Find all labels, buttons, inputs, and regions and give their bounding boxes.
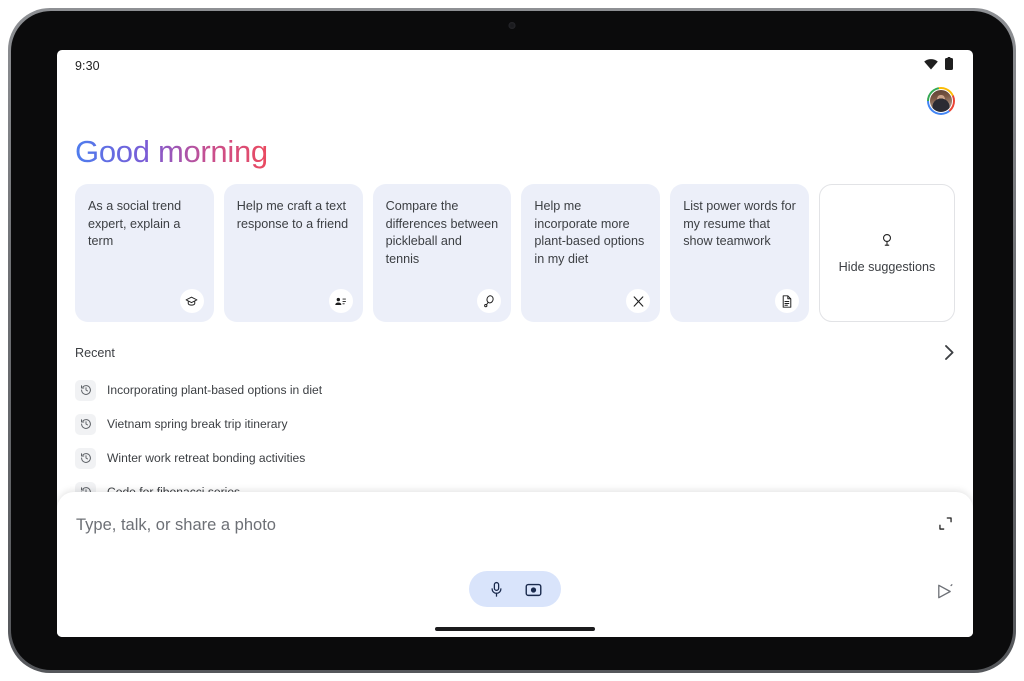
contacts-icon — [328, 289, 353, 313]
recent-item-label: Vietnam spring break trip itinerary — [107, 417, 288, 431]
recent-title: Recent — [75, 345, 115, 360]
restaurant-icon — [626, 289, 651, 313]
account-row — [57, 82, 973, 120]
recent-section: Recent Incorporating plant-based options… — [57, 322, 973, 509]
graduation-cap-icon — [179, 289, 204, 313]
home-indicator — [435, 627, 595, 631]
front-camera-icon — [508, 22, 516, 29]
history-icon — [75, 447, 96, 469]
hide-suggestions-button[interactable]: Hide suggestions — [818, 184, 955, 322]
status-bar: 9:30 — [57, 50, 973, 82]
voice-and-camera-pill — [469, 571, 561, 607]
suggestion-cards: As a social trend expert, explain a term… — [57, 184, 973, 322]
suggestion-card-text: List power words for my resume that show… — [683, 199, 796, 248]
status-indicators — [924, 57, 953, 75]
screen: 9:30 Good morning As a social trend expe… — [57, 50, 973, 637]
recent-item[interactable]: Incorporating plant-based options in die… — [75, 373, 955, 407]
composer-input[interactable]: Type, talk, or share a photo — [76, 516, 276, 535]
sports-racquet-icon — [477, 289, 502, 313]
microphone-icon[interactable] — [489, 581, 504, 598]
wifi-icon — [924, 57, 938, 75]
hide-suggestions-label: Hide suggestions — [838, 260, 936, 274]
send-icon[interactable] — [932, 579, 956, 603]
suggestion-card[interactable]: Compare the differences between pickleba… — [372, 184, 512, 322]
camera-icon[interactable] — [525, 581, 542, 598]
history-icon — [75, 413, 96, 435]
suggestion-card[interactable]: List power words for my resume that show… — [670, 184, 809, 322]
recent-item-label: Winter work retreat bonding activities — [107, 451, 306, 465]
suggestion-card-text: Compare the differences between pickleba… — [385, 199, 499, 266]
page-title: Good morning — [57, 120, 268, 184]
lightbulb-icon — [880, 232, 894, 253]
device-bezel: 9:30 Good morning As a social trend expe… — [11, 11, 1013, 670]
suggestion-card-text: Help me craft a text response to a frien… — [236, 199, 349, 231]
recent-item[interactable]: Winter work retreat bonding activities — [75, 441, 955, 475]
battery-icon — [945, 57, 953, 75]
tablet-device-frame: 9:30 Good morning As a social trend expe… — [8, 8, 1016, 673]
suggestion-card[interactable]: Help me incorporate more plant-based opt… — [521, 184, 661, 322]
suggestion-card-text: As a social trend expert, explain a term — [88, 199, 182, 248]
avatar-photo — [929, 89, 953, 113]
recent-item-label: Incorporating plant-based options in die… — [107, 383, 323, 397]
recent-item[interactable]: Vietnam spring break trip itinerary — [75, 407, 955, 441]
history-icon — [75, 379, 96, 401]
status-time: 9:30 — [75, 59, 100, 73]
suggestion-card[interactable]: Help me craft a text response to a frien… — [223, 184, 363, 322]
suggestion-card[interactable]: As a social trend expert, explain a term — [75, 184, 214, 322]
avatar[interactable] — [927, 87, 955, 115]
suggestion-card-text: Help me incorporate more plant-based opt… — [534, 199, 645, 266]
composer: Type, talk, or share a photo — [57, 492, 973, 637]
chevron-right-icon[interactable] — [944, 344, 955, 361]
expand-icon[interactable] — [934, 512, 956, 534]
page-title-wrap: Good morning — [57, 120, 973, 184]
recent-header: Recent — [75, 344, 955, 361]
document-icon — [774, 289, 799, 313]
